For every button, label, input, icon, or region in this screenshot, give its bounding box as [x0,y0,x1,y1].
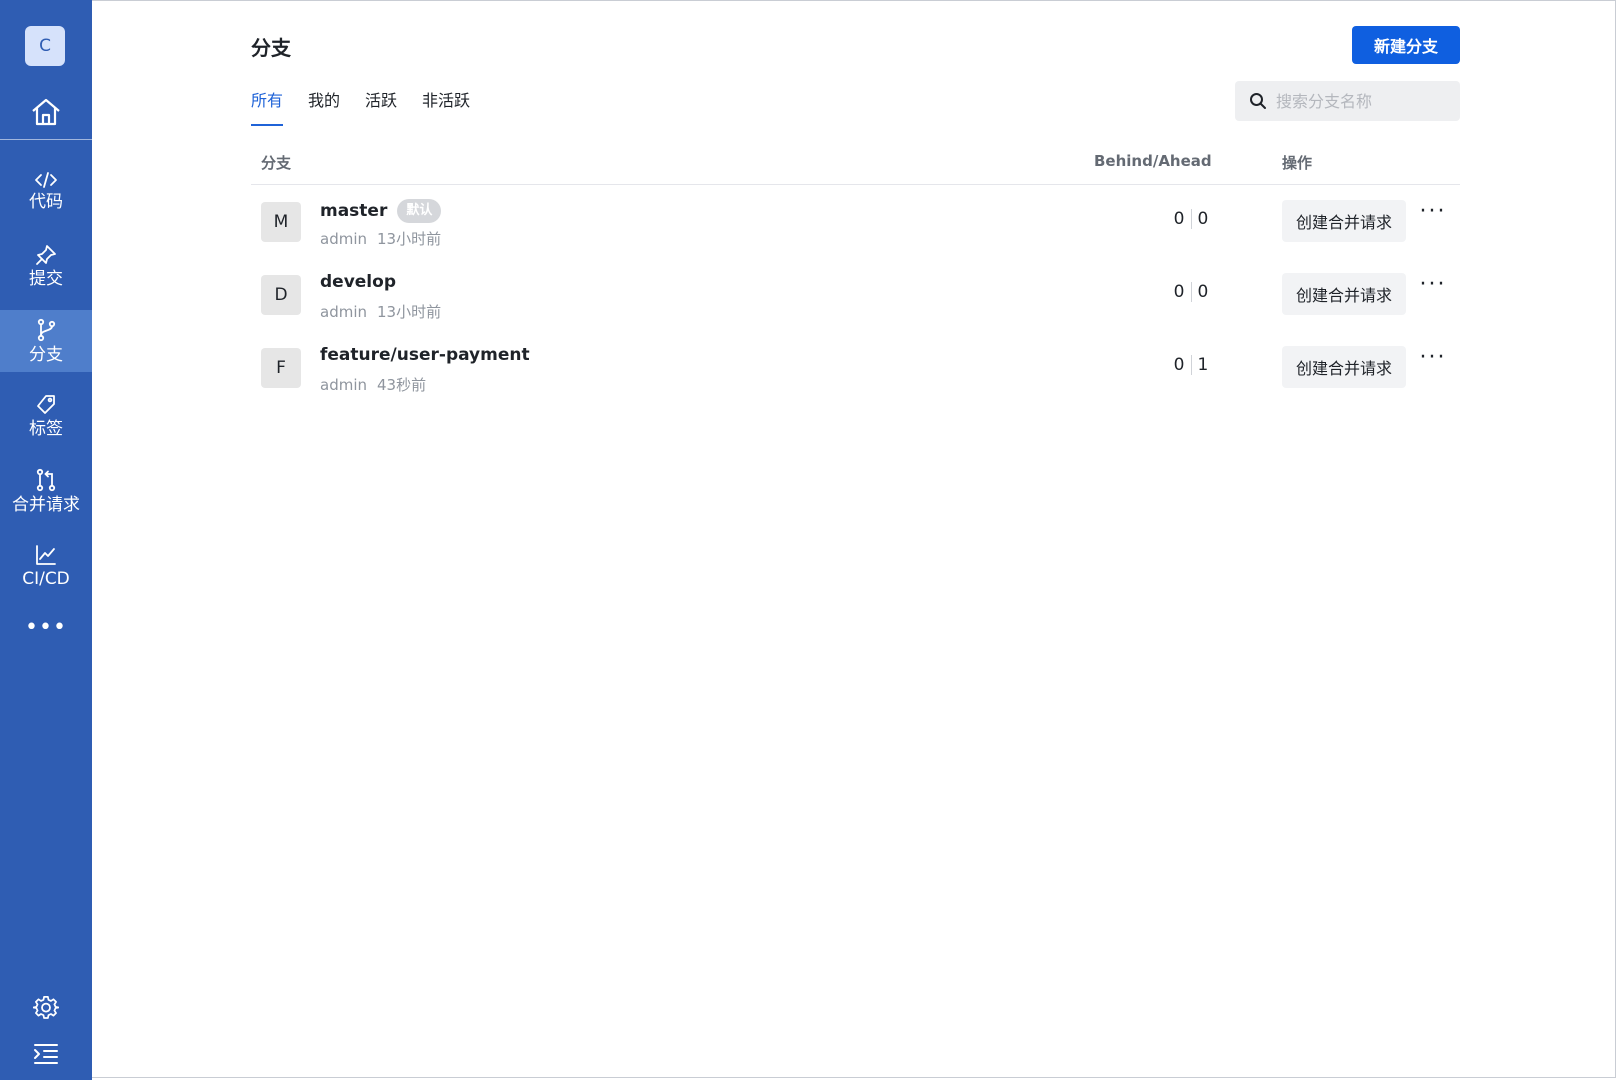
sidebar: C 代码 提交 分支 标签 合并请求 CI/CD ••• [0,0,92,1080]
branch-author: admin [320,303,367,321]
branch-updated-time: 13小时前 [377,230,442,248]
sidebar-item-cicd[interactable]: CI/CD [0,535,92,597]
branch-author: admin [320,376,367,394]
branch-name[interactable]: develop [320,272,396,292]
tab-inactive[interactable]: 非活跃 [422,90,470,126]
collapse-menu-icon [34,1044,58,1064]
ahead-count: 0 [1197,209,1209,229]
table-row: D develop admin 13小时前 00 创建合并请求 ··· [251,259,1460,332]
column-header-branch: 分支 [261,154,292,172]
search-icon [1250,93,1266,109]
home-icon [32,98,60,126]
table-row: F feature/user-payment admin 43秒前 01 创建合并… [251,332,1460,405]
behind-count: 0 [1173,209,1185,229]
create-merge-request-button[interactable]: 创建合并请求 [1282,200,1406,242]
chart-icon [36,544,56,565]
create-merge-request-button[interactable]: 创建合并请求 [1282,273,1406,315]
code-icon [35,171,57,188]
branch-updated-time: 43秒前 [377,376,427,394]
sidebar-item-label: 标签 [29,418,63,439]
branch-meta: admin 13小时前 [320,301,441,322]
search-box [1235,81,1460,121]
search-input[interactable] [1274,90,1458,112]
branch-filter-tabs: 所有 我的 活跃 非活跃 [251,90,495,126]
branch-avatar: F [261,348,301,388]
page-title: 分支 [251,36,291,60]
sidebar-item-label: 代码 [29,191,63,212]
merge-request-icon [36,468,56,491]
tab-all[interactable]: 所有 [251,90,284,126]
branch-author: admin [320,230,367,248]
behind-count: 0 [1173,282,1185,302]
sidebar-item-tags[interactable]: 标签 [0,385,92,447]
sidebar-item-label: 提交 [29,268,63,289]
branch-icon [37,318,56,341]
sidebar-item-commits[interactable]: 提交 [0,235,92,297]
tag-icon [37,394,55,414]
sidebar-item-code[interactable]: 代码 [0,160,92,222]
branch-list: M master 默认 admin 13小时前 00 创建合并请求 ··· D de… [251,186,1460,405]
branch-avatar: M [261,202,301,242]
ahead-count: 0 [1197,282,1209,302]
branch-name[interactable]: feature/user-payment [320,345,530,365]
sidebar-item-label: 合并请求 [12,494,80,515]
default-badge: 默认 [397,199,442,223]
tab-active[interactable]: 活跃 [365,90,397,126]
branch-name-text[interactable]: master [320,201,387,221]
gear-icon [33,996,59,1019]
sidebar-more-button[interactable]: ••• [0,617,92,639]
behind-ahead-divider [1190,355,1192,375]
tab-mine[interactable]: 我的 [308,90,340,126]
branch-updated-time: 13小时前 [377,303,442,321]
row-more-button[interactable]: ··· [1417,346,1449,376]
branch-meta: admin 13小时前 [320,228,441,249]
column-header-behind-ahead: Behind/Ahead [1094,152,1212,170]
table-header: 分支 Behind/Ahead 操作 [251,146,1460,185]
branch-meta: admin 43秒前 [320,374,426,395]
behind-ahead: 00 [1131,209,1251,229]
home-button[interactable] [0,86,92,138]
create-merge-request-button[interactable]: 创建合并请求 [1282,346,1406,388]
collapse-sidebar-button[interactable] [30,1040,62,1068]
ahead-count: 1 [1197,355,1209,375]
pin-icon [36,244,56,265]
branch-name[interactable]: master 默认 [320,199,442,223]
behind-ahead-divider [1190,209,1192,229]
sidebar-nav: 代码 提交 分支 标签 合并请求 CI/CD [0,160,92,610]
behind-count: 0 [1173,355,1185,375]
new-branch-button[interactable]: 新建分支 [1352,26,1460,64]
sidebar-divider [0,139,92,140]
settings-button[interactable] [30,992,62,1024]
branch-avatar: D [261,275,301,315]
sidebar-item-branches[interactable]: 分支 [0,310,92,372]
branch-name-text[interactable]: develop [320,272,396,292]
table-row: M master 默认 admin 13小时前 00 创建合并请求 ··· [251,186,1460,259]
column-header-actions: 操作 [1282,154,1313,172]
branch-name-text[interactable]: feature/user-payment [320,345,530,365]
row-more-button[interactable]: ··· [1417,200,1449,230]
sidebar-item-label: 分支 [29,344,63,365]
row-more-button[interactable]: ··· [1417,273,1449,303]
behind-ahead: 00 [1131,282,1251,302]
sidebar-item-merge-requests[interactable]: 合并请求 [0,460,92,522]
repo-avatar[interactable]: C [25,26,65,66]
sidebar-item-label: CI/CD [22,568,70,589]
behind-ahead: 01 [1131,355,1251,375]
behind-ahead-divider [1190,282,1192,302]
